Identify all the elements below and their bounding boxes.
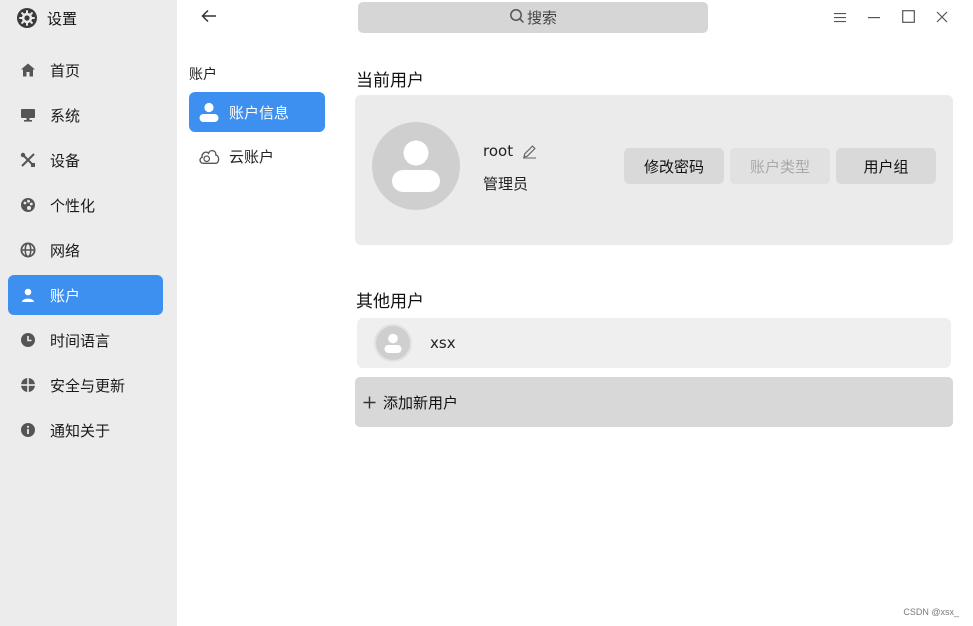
back-button[interactable] <box>197 6 221 28</box>
sidebar-item-label: 安全与更新 <box>50 376 126 395</box>
sidebar-item-label: 账户 <box>50 286 81 305</box>
minimize-icon <box>868 8 880 27</box>
avatar <box>374 324 412 362</box>
arrow-left-icon <box>201 8 217 27</box>
sidebar-item-home[interactable]: 首页 <box>8 50 163 90</box>
main-sidebar: 设置 首页 系统 设备 个性化 网络 账户 时间语言 安全与更新 通知关于 <box>0 0 177 626</box>
menu-icon <box>834 8 846 27</box>
monitor-icon <box>20 107 36 123</box>
add-user-label: 添加新用户 <box>383 393 459 412</box>
subnav-item-label: 账户信息 <box>229 103 290 122</box>
sidebar-item-label: 通知关于 <box>50 421 111 440</box>
home-icon <box>20 62 36 78</box>
globe-icon <box>20 242 36 258</box>
search-icon <box>509 8 525 28</box>
clock-icon <box>20 332 36 348</box>
user-group-button[interactable]: 用户组 <box>836 148 936 184</box>
sidebar-item-label: 设备 <box>50 151 81 170</box>
sidebar-item-network[interactable]: 网络 <box>8 230 163 270</box>
user-icon <box>20 287 36 303</box>
other-username: xsx <box>430 334 456 352</box>
search-placeholder: 搜索 <box>526 9 557 27</box>
search-input[interactable]: 搜索 <box>358 2 708 33</box>
gear-icon <box>16 7 38 29</box>
palette-icon <box>20 197 36 213</box>
sidebar-item-label: 网络 <box>50 241 81 260</box>
subnav-item-cloud-account[interactable]: 云账户 <box>189 136 325 176</box>
other-users-title: 其他用户 <box>356 292 424 312</box>
sidebar-item-label: 系统 <box>50 106 81 125</box>
sidebar-item-personalization[interactable]: 个性化 <box>8 185 163 225</box>
sidebar-item-label: 首页 <box>50 61 81 80</box>
user-icon <box>198 101 220 123</box>
list-item[interactable]: xsx <box>357 318 951 368</box>
sidebar-item-label: 个性化 <box>50 196 96 215</box>
change-password-button[interactable]: 修改密码 <box>624 148 724 184</box>
sidebar-item-accounts[interactable]: 账户 <box>8 275 163 315</box>
tools-icon <box>20 152 36 168</box>
username: root <box>483 142 514 160</box>
account-type-button[interactable]: 账户类型 <box>730 148 830 184</box>
app-title: 设置 <box>47 9 78 28</box>
cloud-icon <box>198 145 220 167</box>
menu-button[interactable] <box>831 6 849 28</box>
plus-icon <box>362 395 376 409</box>
close-icon <box>936 8 948 27</box>
minimize-button[interactable] <box>865 6 883 28</box>
shield-icon <box>20 377 36 393</box>
sidebar-item-notifications-about[interactable]: 通知关于 <box>8 410 163 450</box>
maximize-button[interactable] <box>899 6 917 28</box>
pencil-icon[interactable] <box>521 143 537 159</box>
current-user-title: 当前用户 <box>356 71 424 91</box>
sidebar-nav: 首页 系统 设备 个性化 网络 账户 时间语言 安全与更新 通知关于 <box>8 50 163 455</box>
close-button[interactable] <box>933 6 951 28</box>
current-user-card: root 管理员 修改密码 账户类型 用户组 <box>355 95 953 245</box>
sidebar-item-system[interactable]: 系统 <box>8 95 163 135</box>
subnav-item-label: 云账户 <box>229 147 275 166</box>
app-title-bar: 设置 <box>16 6 77 30</box>
add-user-button[interactable]: 添加新用户 <box>355 377 953 427</box>
info-icon <box>20 422 36 438</box>
watermark: CSDN @xsx_ <box>903 607 959 617</box>
sidebar-item-label: 时间语言 <box>50 331 111 350</box>
sidebar-item-time-language[interactable]: 时间语言 <box>8 320 163 360</box>
sidebar-item-security-update[interactable]: 安全与更新 <box>8 365 163 405</box>
subnav-item-account-info[interactable]: 账户信息 <box>189 92 325 132</box>
username-row: root <box>483 142 537 160</box>
window-controls <box>831 6 951 28</box>
user-role: 管理员 <box>483 175 529 193</box>
subnav-heading: 账户 <box>189 67 217 83</box>
avatar[interactable] <box>372 122 460 210</box>
sidebar-item-devices[interactable]: 设备 <box>8 140 163 180</box>
sub-navigation: 账户 账户信息 云账户 <box>177 0 337 626</box>
maximize-icon <box>901 8 915 27</box>
